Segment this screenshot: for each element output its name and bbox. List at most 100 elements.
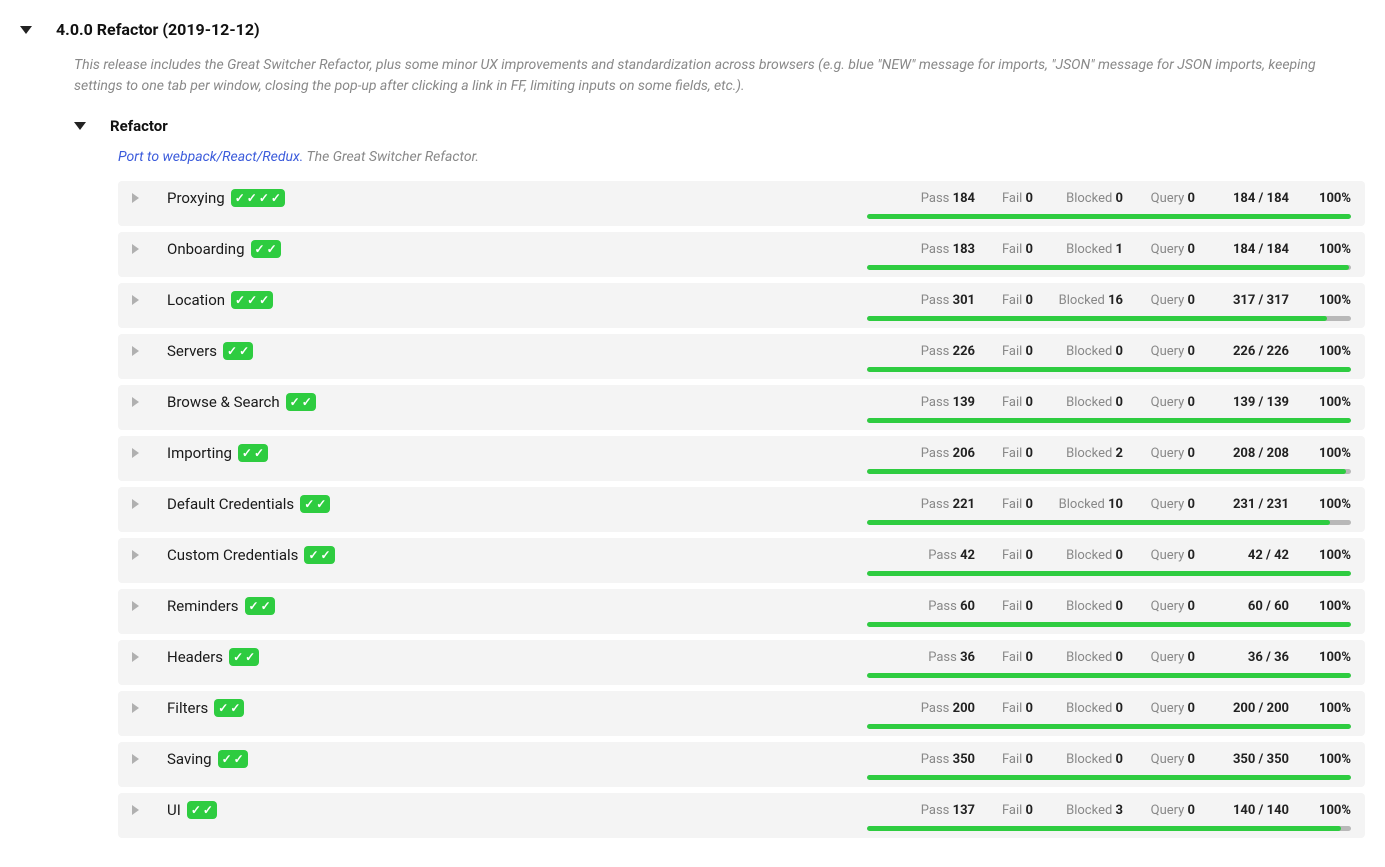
test-name-wrap[interactable]: Reminders✓✓ bbox=[167, 597, 889, 615]
expand-icon[interactable] bbox=[132, 499, 139, 509]
test-list: Proxying✓✓✓✓Pass 184Fail 0Blocked 0Query… bbox=[118, 181, 1365, 838]
expand-icon[interactable] bbox=[132, 193, 139, 203]
test-row-top: Default Credentials✓✓Pass 221Fail 0Block… bbox=[132, 495, 1351, 513]
test-row: Onboarding✓✓Pass 183Fail 0Blocked 1Query… bbox=[118, 232, 1365, 277]
release-header: 4.0.0 Refactor (2019-12-12) bbox=[20, 20, 1365, 39]
stat-value: 0 bbox=[1188, 293, 1195, 308]
stat-pass: Pass 301 bbox=[917, 293, 975, 308]
test-name: Servers bbox=[167, 342, 217, 360]
progress-fill bbox=[867, 469, 1346, 474]
test-name-wrap[interactable]: Filters✓✓ bbox=[167, 699, 889, 717]
section-link[interactable]: Port to webpack/React/Redux. bbox=[118, 149, 303, 165]
expand-icon[interactable] bbox=[132, 295, 139, 305]
expand-icon[interactable] bbox=[132, 754, 139, 764]
stat-fail: Fail 0 bbox=[995, 395, 1033, 410]
check-icon: ✓ bbox=[246, 294, 258, 306]
test-name-wrap[interactable]: Browse & Search✓✓ bbox=[167, 393, 889, 411]
test-stats: Pass 60Fail 0Blocked 0Query 060 / 60100% bbox=[917, 599, 1351, 614]
test-row: Custom Credentials✓✓Pass 42Fail 0Blocked… bbox=[118, 538, 1365, 583]
stat-value: 36 bbox=[960, 650, 975, 665]
collapse-toggle-section[interactable] bbox=[74, 122, 86, 130]
check-icon: ✓ bbox=[229, 702, 241, 714]
test-name-wrap[interactable]: Default Credentials✓✓ bbox=[167, 495, 889, 513]
progress-bar bbox=[867, 418, 1351, 423]
test-name: Headers bbox=[167, 648, 223, 666]
stat-label: Fail bbox=[1002, 293, 1026, 308]
stat-pass: Pass 206 bbox=[917, 446, 975, 461]
stat-ratio: 140 / 140 bbox=[1215, 803, 1289, 818]
stat-query: Query 0 bbox=[1143, 395, 1195, 410]
stat-label: Pass bbox=[921, 395, 953, 410]
test-name-wrap[interactable]: Proxying✓✓✓✓ bbox=[167, 189, 889, 207]
stat-ratio: 60 / 60 bbox=[1215, 599, 1289, 614]
test-row: Servers✓✓Pass 226Fail 0Blocked 0Query 02… bbox=[118, 334, 1365, 379]
expand-icon[interactable] bbox=[132, 550, 139, 560]
expand-icon[interactable] bbox=[132, 601, 139, 611]
progress-bar bbox=[867, 775, 1351, 780]
test-name-wrap[interactable]: Saving✓✓ bbox=[167, 750, 889, 768]
stat-label: Pass bbox=[921, 344, 953, 359]
stat-label: Fail bbox=[1002, 446, 1026, 461]
check-icon: ✓ bbox=[315, 498, 327, 510]
stat-pass: Pass 60 bbox=[917, 599, 975, 614]
stat-label: Fail bbox=[1002, 191, 1026, 206]
stat-label: Fail bbox=[1002, 242, 1026, 257]
section-header: Refactor bbox=[74, 117, 1365, 135]
stat-query: Query 0 bbox=[1143, 191, 1195, 206]
progress-bar bbox=[867, 265, 1351, 270]
stat-query: Query 0 bbox=[1143, 344, 1195, 359]
test-name-wrap[interactable]: Headers✓✓ bbox=[167, 648, 889, 666]
progress-fill bbox=[867, 673, 1351, 678]
check-icon: ✓ bbox=[202, 804, 214, 816]
test-name-wrap[interactable]: UI✓✓ bbox=[167, 801, 889, 819]
test-name-wrap[interactable]: Servers✓✓ bbox=[167, 342, 889, 360]
stat-fail: Fail 0 bbox=[995, 293, 1033, 308]
stat-label: Query bbox=[1151, 599, 1188, 614]
test-name-wrap[interactable]: Custom Credentials✓✓ bbox=[167, 546, 889, 564]
stat-value: 0 bbox=[1188, 242, 1195, 257]
expand-icon[interactable] bbox=[132, 244, 139, 254]
check-icon: ✓ bbox=[238, 345, 250, 357]
stat-value: 200 bbox=[953, 701, 975, 716]
release-container: 4.0.0 Refactor (2019-12-12) This release… bbox=[0, 0, 1385, 856]
stat-blocked: Blocked 0 bbox=[1053, 548, 1123, 563]
check-icon: ✓ bbox=[266, 243, 278, 255]
expand-icon[interactable] bbox=[132, 703, 139, 713]
test-name-wrap[interactable]: Onboarding✓✓ bbox=[167, 240, 889, 258]
check-badge: ✓✓ bbox=[218, 750, 248, 768]
stat-fail: Fail 0 bbox=[995, 599, 1033, 614]
stat-ratio: 42 / 42 bbox=[1215, 548, 1289, 563]
expand-icon[interactable] bbox=[132, 652, 139, 662]
test-name-wrap[interactable]: Importing✓✓ bbox=[167, 444, 889, 462]
stat-value: 0 bbox=[1026, 548, 1033, 563]
test-name-wrap[interactable]: Location✓✓✓ bbox=[167, 291, 889, 309]
stat-fail: Fail 0 bbox=[995, 701, 1033, 716]
progress-fill bbox=[867, 520, 1330, 525]
stat-label: Fail bbox=[1002, 650, 1026, 665]
expand-icon[interactable] bbox=[132, 346, 139, 356]
stat-value: 0 bbox=[1026, 446, 1033, 461]
test-row: Proxying✓✓✓✓Pass 184Fail 0Blocked 0Query… bbox=[118, 181, 1365, 226]
stat-value: 0 bbox=[1188, 752, 1195, 767]
collapse-toggle-release[interactable] bbox=[20, 26, 32, 34]
check-icon: ✓ bbox=[303, 498, 315, 510]
stat-fail: Fail 0 bbox=[995, 242, 1033, 257]
stat-label: Blocked bbox=[1066, 548, 1115, 563]
stat-label: Blocked bbox=[1066, 752, 1115, 767]
stat-label: Query bbox=[1151, 650, 1188, 665]
progress-fill bbox=[867, 214, 1351, 219]
stat-blocked: Blocked 2 bbox=[1053, 446, 1123, 461]
stat-fail: Fail 0 bbox=[995, 803, 1033, 818]
check-icon: ✓ bbox=[253, 447, 265, 459]
stat-query: Query 0 bbox=[1143, 548, 1195, 563]
expand-icon[interactable] bbox=[132, 397, 139, 407]
test-row: Location✓✓✓Pass 301Fail 0Blocked 16Query… bbox=[118, 283, 1365, 328]
stat-percent: 100% bbox=[1309, 497, 1351, 512]
stat-label: Pass bbox=[928, 548, 960, 563]
stat-label: Blocked bbox=[1066, 242, 1115, 257]
expand-icon[interactable] bbox=[132, 805, 139, 815]
expand-icon[interactable] bbox=[132, 448, 139, 458]
check-icon: ✓ bbox=[244, 651, 256, 663]
test-row-top: Headers✓✓Pass 36Fail 0Blocked 0Query 036… bbox=[132, 648, 1351, 666]
stat-value: 0 bbox=[1026, 701, 1033, 716]
